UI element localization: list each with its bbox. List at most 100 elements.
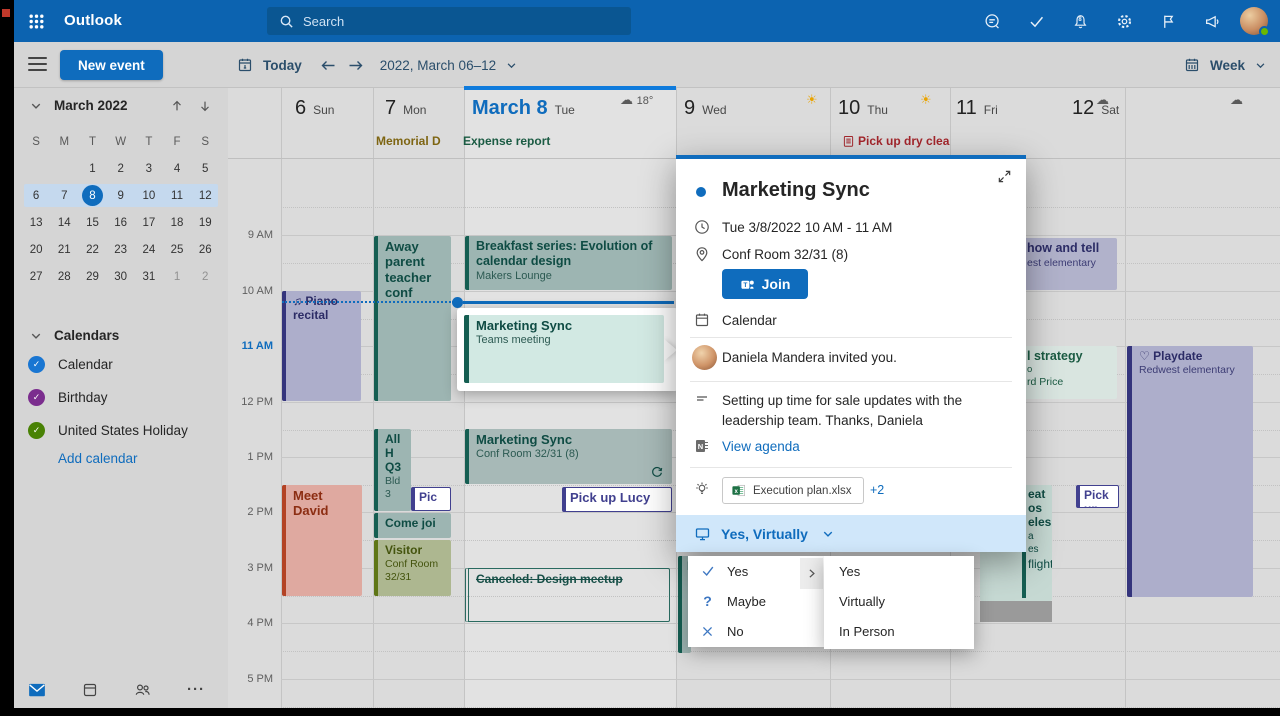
notifications-bell-icon[interactable]: 8 — [1058, 0, 1102, 42]
day-header-wed[interactable]: 9Wed — [684, 97, 727, 120]
event-marketing-sync-selected[interactable]: Marketing Sync Teams meeting — [464, 315, 664, 383]
minical-day[interactable]: 21 — [50, 244, 78, 256]
day-header-thu[interactable]: 10Thu — [838, 97, 888, 120]
minical-next-month-arrow[interactable] — [198, 99, 212, 113]
minical-day[interactable]: 28 — [50, 271, 78, 283]
rsvp-chevron-down-icon[interactable] — [822, 528, 834, 540]
mini-calendar[interactable]: SMTWTFS123456789101112131415161718192021… — [22, 128, 220, 290]
day-header-sun[interactable]: 6Sun — [295, 97, 334, 120]
rsvp-option-maybe[interactable]: ? Maybe — [688, 586, 824, 616]
people-module-icon[interactable] — [134, 682, 151, 698]
event-meet-david[interactable]: Meet David — [282, 485, 362, 596]
popup-calendar-name[interactable]: Calendar — [722, 313, 777, 328]
date-range-chevron-icon[interactable] — [506, 60, 517, 71]
minical-day[interactable]: 13 — [22, 217, 50, 229]
minical-day[interactable]: 9 — [107, 190, 135, 202]
calendars-collapse-chevron-icon[interactable] — [30, 330, 42, 342]
minical-day[interactable]: 7 — [50, 190, 78, 202]
expand-popup-icon[interactable] — [997, 169, 1012, 184]
flag-icon[interactable] — [1146, 0, 1190, 42]
minical-day[interactable]: 18 — [163, 217, 191, 229]
minical-day[interactable]: 2 — [107, 163, 135, 175]
organizer-avatar[interactable] — [692, 345, 717, 370]
submenu-chevron-right-icon[interactable] — [800, 558, 823, 589]
minical-day[interactable]: 24 — [135, 244, 163, 256]
event-playdate[interactable]: ♡ Playdate Redwest elementary — [1127, 346, 1253, 597]
event-all-hands-q3[interactable]: All H Q3 Bld 3 — [374, 429, 411, 511]
chat-icon[interactable] — [970, 0, 1014, 42]
minical-day[interactable]: 2 — [191, 271, 219, 283]
calendar-item-us-holiday[interactable]: ✓ United States Holiday — [28, 422, 188, 439]
hamburger-menu-icon[interactable] — [28, 57, 47, 71]
minical-day[interactable]: 27 — [22, 271, 50, 283]
calendar-checkbox[interactable]: ✓ — [28, 356, 45, 373]
rsvp-submenu-in-person[interactable]: In Person — [824, 616, 974, 646]
next-week-arrow[interactable] — [347, 58, 364, 73]
new-event-button[interactable]: New event — [60, 50, 163, 80]
minical-day[interactable]: 1 — [163, 271, 191, 283]
date-range-label[interactable]: 2022, March 06–12 — [380, 58, 496, 73]
rsvp-option-no[interactable]: No — [688, 616, 824, 646]
minical-day[interactable]: 6 — [22, 190, 50, 202]
minical-day[interactable]: 3 — [135, 163, 163, 175]
rsvp-submenu-virtually[interactable]: Virtually — [824, 586, 974, 616]
minical-day[interactable]: 11 — [163, 190, 191, 202]
today-button[interactable]: Today — [263, 58, 302, 73]
event-breakfast-series[interactable]: Breakfast series: Evolution of calendar … — [465, 236, 672, 290]
minical-prev-month-arrow[interactable] — [170, 99, 184, 113]
minical-day[interactable]: 16 — [107, 217, 135, 229]
minical-day[interactable]: 12 — [191, 190, 219, 202]
minical-day[interactable]: 10 — [135, 190, 163, 202]
calendar-item-birthday[interactable]: ✓ Birthday — [28, 389, 108, 406]
minical-day[interactable]: 17 — [135, 217, 163, 229]
calendars-section-header[interactable]: Calendars — [54, 328, 119, 343]
minical-day[interactable]: 22 — [78, 244, 106, 256]
search-input[interactable]: Search — [267, 7, 631, 35]
prev-week-arrow[interactable] — [320, 58, 337, 73]
minical-day[interactable]: 31 — [135, 271, 163, 283]
more-attachments-link[interactable]: +2 — [870, 483, 884, 497]
minical-day[interactable]: 5 — [191, 163, 219, 175]
join-meeting-button[interactable]: T Join — [722, 269, 808, 299]
calendar-checkbox[interactable]: ✓ — [28, 422, 45, 439]
minical-collapse-chevron-icon[interactable] — [30, 100, 42, 112]
minical-month-title[interactable]: March 2022 — [54, 98, 170, 113]
event-gray-block[interactable] — [980, 601, 1052, 622]
feedback-megaphone-icon[interactable] — [1190, 0, 1234, 42]
minical-day[interactable]: 20 — [22, 244, 50, 256]
minical-day[interactable]: 29 — [78, 271, 106, 283]
attachment-chip[interactable]: x Execution plan.xlsx — [722, 477, 864, 504]
view-selector-chevron-icon[interactable] — [1255, 60, 1266, 71]
minical-day[interactable]: 4 — [163, 163, 191, 175]
day-header-sat[interactable]: 12Sat — [1072, 97, 1119, 120]
minical-day[interactable]: 25 — [163, 244, 191, 256]
view-selector[interactable]: Week — [1210, 58, 1245, 73]
day-header-fri[interactable]: 11Fri — [956, 97, 998, 120]
calendar-module-icon[interactable] — [82, 682, 98, 698]
add-calendar-link[interactable]: Add calendar — [58, 451, 138, 466]
app-launcher-icon[interactable] — [28, 13, 45, 30]
event-show-and-tell-partial[interactable]: how and tell est elementary — [1022, 238, 1117, 290]
minical-day[interactable]: 14 — [50, 217, 78, 229]
settings-gear-icon[interactable] — [1102, 0, 1146, 42]
mail-module-icon[interactable] — [28, 682, 46, 698]
tasks-check-icon[interactable] — [1014, 0, 1058, 42]
event-pick-up-lucy[interactable]: Pick up Lucy — [562, 487, 672, 512]
minical-day[interactable]: 15 — [78, 217, 106, 229]
event-come-join[interactable]: Come joi — [374, 513, 451, 538]
day-header-mon[interactable]: 7Mon — [385, 97, 426, 120]
day-header-tue[interactable]: March 8Tue — [472, 97, 575, 120]
minical-day[interactable]: 8 — [78, 185, 106, 206]
more-modules-icon[interactable]: ··· — [187, 681, 205, 698]
allday-event-label[interactable]: Expense report — [463, 134, 550, 148]
minical-day[interactable]: 19 — [191, 217, 219, 229]
event-piano-recital[interactable]: ♫ Piano recital — [282, 291, 361, 401]
event-canceled-design-meetup[interactable]: Canceled: Design meetup — [465, 568, 670, 622]
event-marketing-sync-recurring[interactable]: Marketing Sync Conf Room 32/31 (8) — [465, 429, 672, 484]
calendar-item-calendar[interactable]: ✓ Calendar — [28, 356, 113, 373]
minical-day[interactable]: 1 — [78, 163, 106, 175]
minical-day[interactable]: 30 — [107, 271, 135, 283]
minical-selected-day[interactable]: 8 — [82, 185, 103, 206]
event-visitor[interactable]: Visitor Conf Room 32/31 — [374, 540, 451, 596]
user-avatar[interactable] — [1240, 7, 1268, 35]
